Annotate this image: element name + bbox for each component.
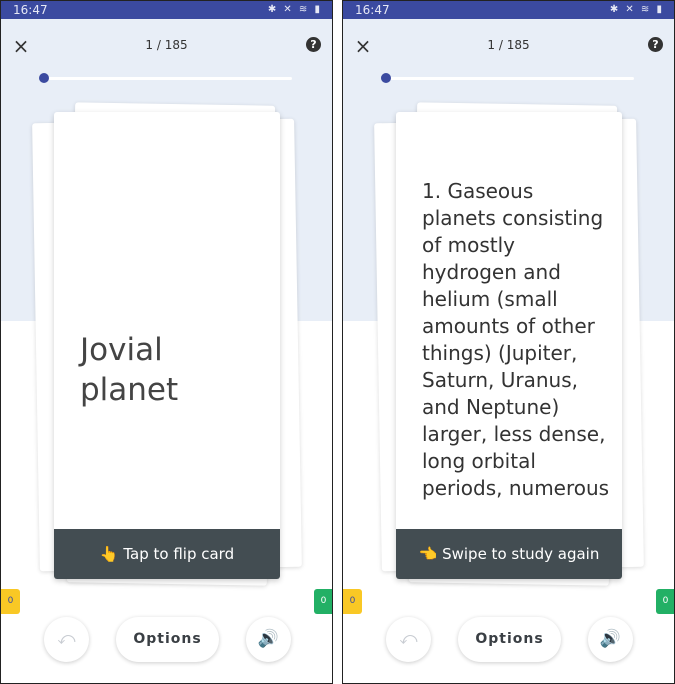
progress-track [386, 77, 634, 80]
undo-button[interactable]: ⤺ [386, 617, 431, 662]
flashcard[interactable]: 1. Gaseous planets consisting of mostly … [396, 112, 622, 579]
speaker-icon: 🔊 [599, 629, 622, 649]
help-icon[interactable]: ? [648, 37, 663, 52]
known-count: 0 [314, 589, 332, 614]
speaker-icon: 🔊 [257, 629, 280, 649]
status-bar: 16:47 ✱ ✕ ≋ ▮ [1, 1, 332, 19]
status-bar: 16:47 ✱ ✕ ≋ ▮ [343, 1, 674, 19]
screen-front: 16:47 ✱ ✕ ≋ ▮ × 1 / 185 ? Jovial planet 👆… [0, 0, 333, 684]
flashcard[interactable]: Jovial planet 👆 Tap to flip card [54, 112, 280, 579]
options-button[interactable]: Options [458, 617, 561, 662]
card-counter: 1 / 185 [145, 38, 188, 52]
still-learning-count: 0 [1, 589, 20, 614]
undo-icon: ⤺ [399, 629, 418, 649]
progress-handle [39, 73, 49, 83]
undo-icon: ⤺ [57, 629, 76, 649]
progress-track [44, 77, 292, 80]
still-learning-count: 0 [343, 589, 362, 614]
options-button[interactable]: Options [116, 617, 219, 662]
status-time: 16:47 [355, 3, 390, 17]
status-icons: ✱ ✕ ≋ ▮ [267, 4, 322, 15]
audio-button[interactable]: 🔊 [588, 617, 633, 662]
known-count: 0 [656, 589, 674, 614]
audio-button[interactable]: 🔊 [246, 617, 291, 662]
help-icon[interactable]: ? [306, 37, 321, 52]
screen-back: 16:47 ✱ ✕ ≋ ▮ × 1 / 185 ? 1. Gaseous plan… [342, 0, 675, 684]
tap-to-flip-hint[interactable]: 👆 Tap to flip card [54, 529, 280, 579]
status-icons: ✱ ✕ ≋ ▮ [609, 4, 664, 15]
progress-handle [381, 73, 391, 83]
card-definition: 1. Gaseous planets consisting of mostly … [422, 179, 610, 500]
swipe-hint[interactable]: 👈 Swipe to study again [396, 529, 622, 579]
status-time: 16:47 [13, 3, 48, 17]
undo-button[interactable]: ⤺ [44, 617, 89, 662]
card-term: Jovial planet [80, 332, 179, 408]
card-counter: 1 / 185 [487, 38, 530, 52]
